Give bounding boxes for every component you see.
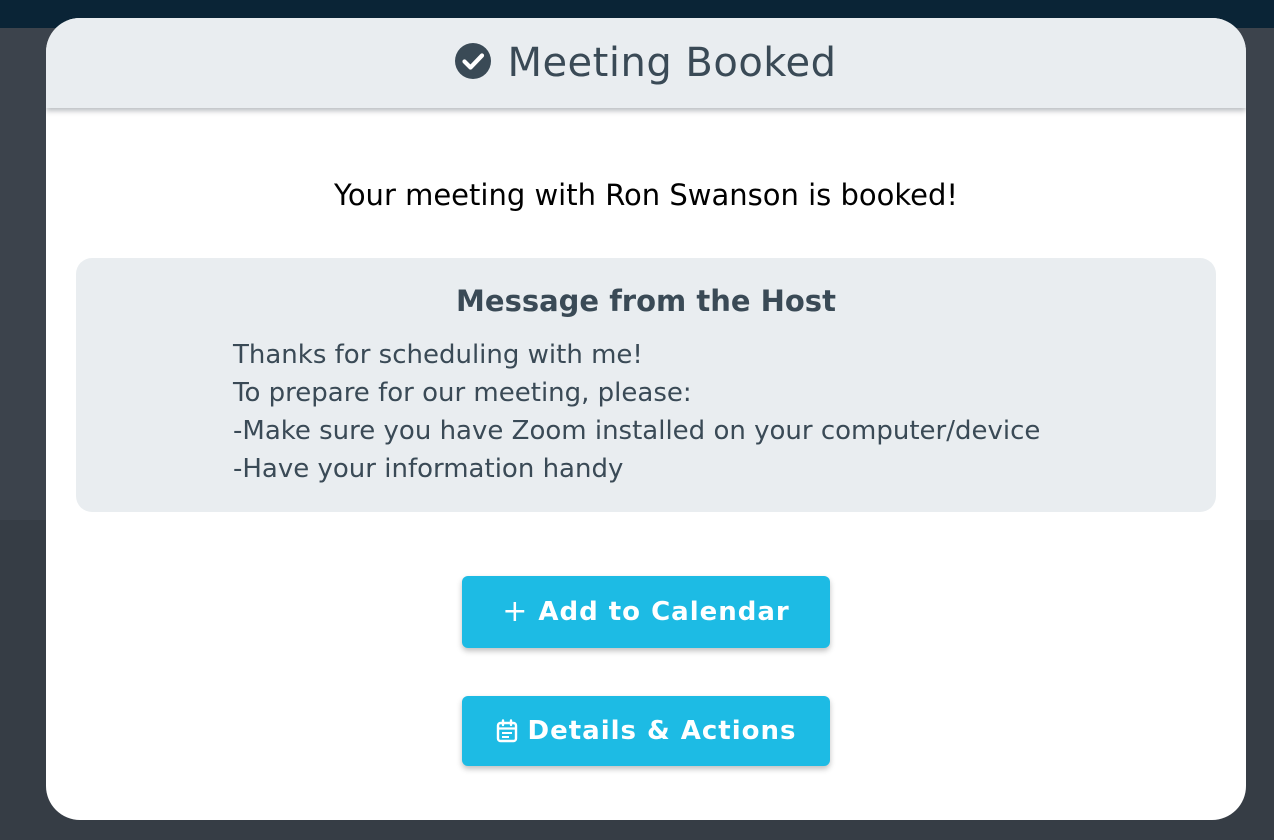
details-and-actions-button[interactable]: Details & Actions: [462, 696, 830, 766]
host-message-line: To prepare for our meeting, please:: [233, 378, 692, 408]
add-to-calendar-button[interactable]: + Add to Calendar: [462, 576, 830, 648]
host-message-box: Message from the Host Thanks for schedul…: [76, 258, 1216, 512]
host-message-line: -Have your information handy: [233, 454, 624, 484]
host-message-heading: Message from the Host: [456, 284, 836, 318]
add-to-calendar-label: Add to Calendar: [538, 597, 790, 627]
modal-header: Meeting Booked: [46, 18, 1246, 108]
calendar-icon: [496, 719, 518, 743]
host-message-line: Thanks for scheduling with me!: [233, 340, 643, 370]
meeting-booked-modal: Meeting Booked Your meeting with Ron Swa…: [46, 18, 1246, 820]
booking-confirmation-text: Your meeting with Ron Swanson is booked!: [333, 178, 959, 212]
host-message-line: -Make sure you have Zoom installed on yo…: [233, 416, 1041, 446]
plus-icon: +: [502, 593, 529, 629]
host-message-body: Thanks for scheduling with me! To prepar…: [233, 336, 1040, 488]
details-and-actions-label: Details & Actions: [527, 716, 797, 746]
check-circle-icon: [455, 43, 492, 79]
modal-title: Meeting Booked: [507, 40, 837, 86]
